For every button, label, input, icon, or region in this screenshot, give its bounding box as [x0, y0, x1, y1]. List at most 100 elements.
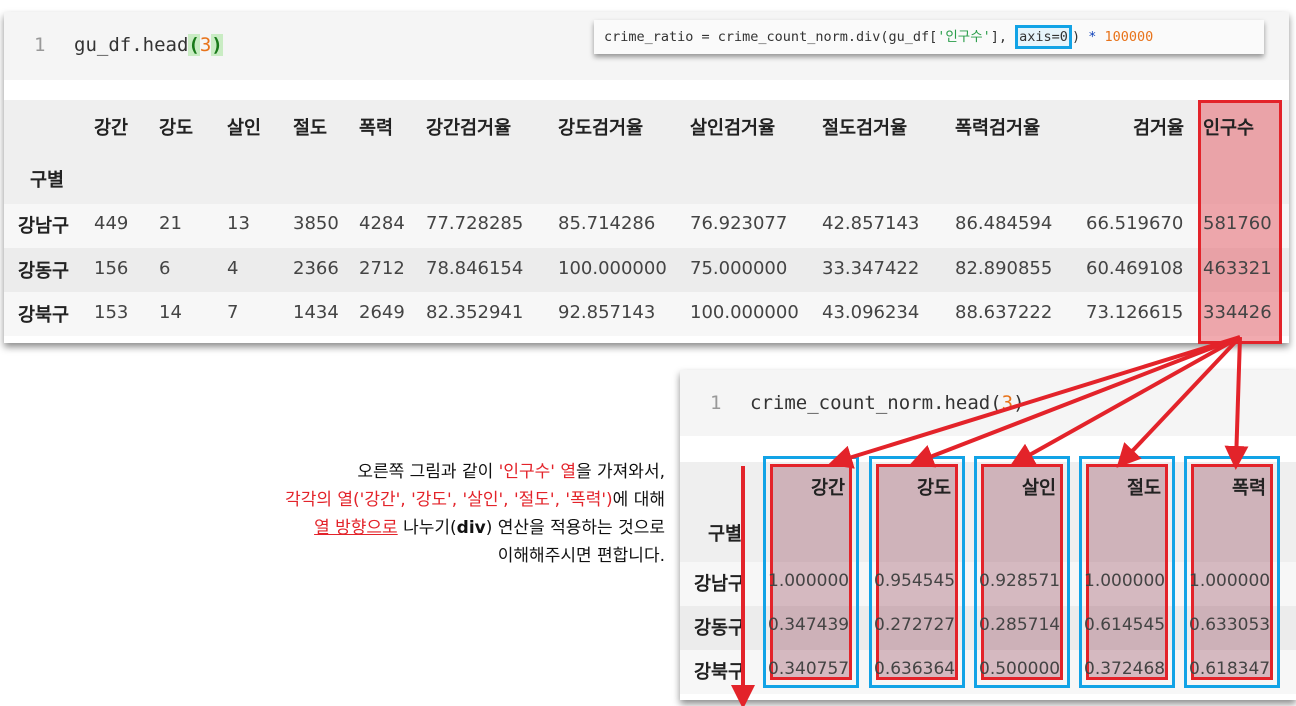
- population-column-text: '인구수' 열: [498, 462, 576, 482]
- column-header: 살인검거율: [690, 118, 776, 139]
- table-cell: 92.857143: [558, 302, 656, 323]
- explanation-line-4: 이해해주시면 편합니다.: [497, 546, 665, 566]
- table-cell: 0.500000: [979, 659, 1061, 679]
- column-header: 살인: [1021, 478, 1056, 499]
- table-cell: 581760: [1203, 213, 1272, 234]
- table-cell: 0.347439: [768, 615, 850, 635]
- table-cell: 82.352941: [426, 302, 524, 323]
- row-index: 강북구: [18, 305, 70, 326]
- table-cell: 156: [94, 258, 129, 279]
- code-arg: 3: [199, 34, 212, 56]
- table-cell: 77.728285: [426, 213, 524, 234]
- explanation-line-1: 오른쪽 그림과 같이 '인구수' 열을 가져와서,: [120, 458, 665, 486]
- table-cell: 66.519670: [1086, 213, 1184, 234]
- column-header: 폭력: [1231, 478, 1266, 499]
- table-cell: 76.923077: [690, 213, 788, 234]
- code-text: crime_count_norm.head: [750, 392, 991, 414]
- column-direction-text: 열 방향으로: [314, 518, 398, 538]
- code-arg: 3: [1001, 392, 1014, 414]
- tip-part2: ],: [990, 29, 1016, 45]
- column-header: 인구수: [1203, 118, 1255, 139]
- row-index: 강동구: [18, 261, 70, 282]
- column-header: 검거율: [1132, 118, 1184, 139]
- text: 오른쪽 그림과 같이: [357, 462, 499, 482]
- explanation-text: 오른쪽 그림과 같이 '인구수' 열을 가져와서, 각각의 열('강간', '강…: [120, 458, 665, 570]
- paren-open: (: [188, 34, 200, 56]
- row-index: 강남구: [18, 216, 70, 237]
- table-cell: 0.285714: [979, 615, 1061, 635]
- text: 나누기(: [397, 518, 457, 538]
- table-cell: 1.000000: [1189, 571, 1271, 591]
- table-cell: 33.347422: [822, 258, 920, 279]
- line-number: 1: [710, 392, 722, 414]
- tip-string: '인구수': [937, 29, 991, 45]
- column-header: 강도검거율: [558, 118, 644, 139]
- column-header: 절도: [293, 118, 328, 139]
- bottom-code-input[interactable]: 1 crime_count_norm.head(3): [680, 370, 1296, 436]
- code-line: gu_df.head(3): [74, 34, 223, 56]
- code-line: crime_count_norm.head(3): [750, 392, 1025, 414]
- tip-part1: crime_ratio = crime_count_norm.div(gu_df…: [604, 29, 938, 45]
- table-cell: 449: [94, 213, 129, 234]
- div-text: div: [456, 518, 486, 538]
- code-text: gu_df.head: [74, 34, 189, 56]
- index-header: 구별: [708, 524, 743, 545]
- table-cell: 60.469108: [1086, 258, 1184, 279]
- paren-close: ): [211, 34, 223, 56]
- table-cell: 86.484594: [955, 213, 1053, 234]
- top-notebook-cell: 1 gu_df.head(3) 강간 강도 살인 절도 폭력 강간검거율 강도검거율 살인검거…: [4, 12, 1289, 344]
- table-cell: 0.636364: [874, 659, 956, 679]
- column-header: 강도: [159, 118, 194, 139]
- table-cell: 78.846154: [426, 258, 524, 279]
- table-cell: 3850: [293, 213, 339, 234]
- column-header: 강간검거율: [426, 118, 512, 139]
- table-cell: 0.954545: [874, 571, 956, 591]
- tip-part3: ): [1071, 29, 1089, 45]
- column-header: 강도: [916, 478, 951, 499]
- code-tooltip: crime_ratio = crime_count_norm.div(gu_df…: [594, 20, 1264, 54]
- table-cell: 85.714286: [558, 213, 656, 234]
- row-index: 강북구: [694, 662, 746, 683]
- row-index: 강남구: [694, 574, 746, 595]
- table-cell: 2649: [359, 302, 405, 323]
- text: ) 연산을 적용하는 것으로: [485, 518, 665, 538]
- table-cell: 334426: [1203, 302, 1272, 323]
- table-cell: 82.890855: [955, 258, 1053, 279]
- table-cell: 153: [94, 302, 129, 323]
- table-cell: 1.000000: [768, 571, 850, 591]
- column-header: 강간: [810, 478, 845, 499]
- table-cell: 2366: [293, 258, 339, 279]
- table-cell: 6: [159, 258, 171, 279]
- index-header: 구별: [30, 170, 65, 191]
- table-cell: 0.272727: [874, 615, 956, 635]
- table-cell: 75.000000: [690, 258, 788, 279]
- tip-number: 100000: [1096, 29, 1154, 45]
- table-cell: 463321: [1203, 258, 1272, 279]
- paren-open: (: [990, 392, 1002, 414]
- column-header: 폭력: [359, 118, 394, 139]
- table-cell: 21: [159, 213, 182, 234]
- column-header: 강간: [94, 118, 129, 139]
- table-cell: 14: [159, 302, 182, 323]
- table-cell: 0.340757: [768, 659, 850, 679]
- table-cell: 13: [227, 213, 250, 234]
- column-header: 살인: [227, 118, 262, 139]
- table-cell: 7: [227, 302, 239, 323]
- table-cell: 4284: [359, 213, 405, 234]
- tip-axis-highlight: axis=0: [1015, 25, 1072, 49]
- table-cell: 1434: [293, 302, 339, 323]
- table-cell: 0.633053: [1189, 615, 1271, 635]
- column-header: 절도검거율: [822, 118, 908, 139]
- explanation-line-2: 각각의 열('강간', '강도', '살인', '절도', '폭력')에 대해: [120, 486, 665, 514]
- table-cell: 73.126615: [1086, 302, 1184, 323]
- table-cell: 42.857143: [822, 213, 920, 234]
- table-cell: 100.000000: [558, 258, 667, 279]
- line-number: 1: [34, 34, 46, 56]
- explanation-line-3: 열 방향으로 나누기(div) 연산을 적용하는 것으로: [120, 514, 665, 542]
- table-cell: 100.000000: [690, 302, 799, 323]
- column-header: 폭력검거율: [955, 118, 1041, 139]
- table-cell: 0.614545: [1084, 615, 1166, 635]
- table-cell: 0.372468: [1084, 659, 1166, 679]
- table-cell: 0.928571: [979, 571, 1061, 591]
- table-cell: 43.096234: [822, 302, 920, 323]
